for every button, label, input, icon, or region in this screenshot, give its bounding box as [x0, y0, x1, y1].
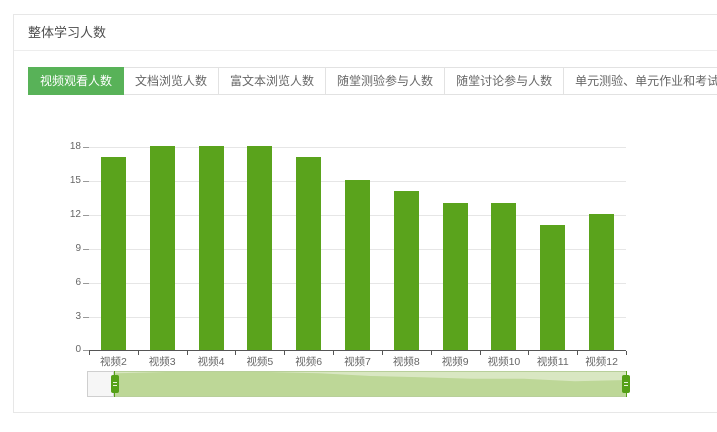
bar-视频7 — [345, 180, 370, 350]
x-axis-tick-8 — [480, 351, 481, 355]
x-axis-label-视频12: 视频12 — [577, 355, 626, 369]
datazoom-left-handle[interactable] — [111, 375, 119, 393]
tab-metric-0[interactable]: 视频观看人数 — [28, 67, 124, 95]
bar-视频2 — [101, 157, 126, 350]
x-axis-tick-4 — [284, 351, 285, 355]
page: 整体学习人数 视频观看人数文档浏览人数富文本浏览人数随堂测验参与人数随堂讨论参与… — [0, 0, 717, 432]
y-axis-tick-12 — [83, 215, 89, 216]
y-axis-tick-18 — [83, 147, 89, 148]
bar-视频11 — [540, 225, 565, 350]
y-axis-label-0: 0 — [41, 344, 81, 356]
x-axis-tick-5 — [333, 351, 334, 355]
bar-视频6 — [296, 157, 321, 350]
x-axis-label-视频10: 视频10 — [480, 355, 529, 369]
bar-视频4 — [199, 146, 224, 350]
datazoom-right-handle[interactable] — [622, 375, 630, 393]
bar-视频12 — [589, 214, 614, 350]
bar-视频5 — [247, 146, 272, 350]
x-axis-tick-2 — [187, 351, 188, 355]
y-axis-label-9: 9 — [41, 243, 81, 255]
y-axis-label-6: 6 — [41, 277, 81, 289]
bar-视频8 — [394, 191, 419, 350]
x-axis-tick-7 — [431, 351, 432, 355]
x-axis-tick-3 — [235, 351, 236, 355]
x-axis-tick-1 — [138, 351, 139, 355]
x-axis-tick-9 — [528, 351, 529, 355]
y-axis-tick-6 — [83, 283, 89, 284]
plot-area: 0369121518视频2视频3视频4视频5视频6视频7视频8视频9视频10视频… — [89, 147, 626, 351]
x-axis-label-视频6: 视频6 — [284, 355, 333, 369]
x-axis-tick-11 — [626, 351, 627, 355]
tab-metric-5[interactable]: 单元测验、单元作业和考试 — [563, 67, 717, 95]
x-axis-label-视频4: 视频4 — [187, 355, 236, 369]
y-axis-tick-15 — [83, 181, 89, 182]
tab-metric-2[interactable]: 富文本浏览人数 — [218, 67, 326, 95]
tab-metric-3[interactable]: 随堂测验参与人数 — [325, 67, 445, 95]
tab-metric-1[interactable]: 文档浏览人数 — [123, 67, 219, 95]
card-header: 整体学习人数 — [14, 15, 717, 51]
x-axis-label-视频11: 视频11 — [528, 355, 577, 369]
y-axis-label-18: 18 — [41, 141, 81, 153]
bar-视频3 — [150, 146, 175, 350]
overall-learners-card: 整体学习人数 视频观看人数文档浏览人数富文本浏览人数随堂测验参与人数随堂讨论参与… — [13, 14, 717, 413]
x-axis-label-视频9: 视频9 — [431, 355, 480, 369]
x-axis-tick-6 — [382, 351, 383, 355]
x-axis-tick-10 — [577, 351, 578, 355]
datazoom-slider[interactable] — [87, 371, 627, 397]
x-axis-label-视频5: 视频5 — [235, 355, 284, 369]
bar-视频10 — [491, 203, 516, 350]
x-axis-label-视频2: 视频2 — [89, 355, 138, 369]
datazoom-track-unselected[interactable] — [87, 371, 114, 397]
bar-视频9 — [443, 203, 468, 350]
datazoom-selected-range[interactable] — [114, 371, 627, 397]
x-axis-label-视频8: 视频8 — [382, 355, 431, 369]
metric-tabs: 视频观看人数文档浏览人数富文本浏览人数随堂测验参与人数随堂讨论参与人数单元测验、… — [28, 67, 717, 95]
y-axis-tick-3 — [83, 317, 89, 318]
x-axis-tick-0 — [89, 351, 90, 355]
y-axis-label-3: 3 — [41, 311, 81, 323]
y-axis-label-15: 15 — [41, 175, 81, 187]
card-title: 整体学习人数 — [28, 25, 106, 40]
y-axis-tick-9 — [83, 249, 89, 250]
x-axis-label-视频3: 视频3 — [138, 355, 187, 369]
datazoom-data-shadow — [115, 372, 626, 396]
y-axis-label-12: 12 — [41, 209, 81, 221]
x-axis-label-视频7: 视频7 — [333, 355, 382, 369]
tab-metric-4[interactable]: 随堂讨论参与人数 — [444, 67, 564, 95]
